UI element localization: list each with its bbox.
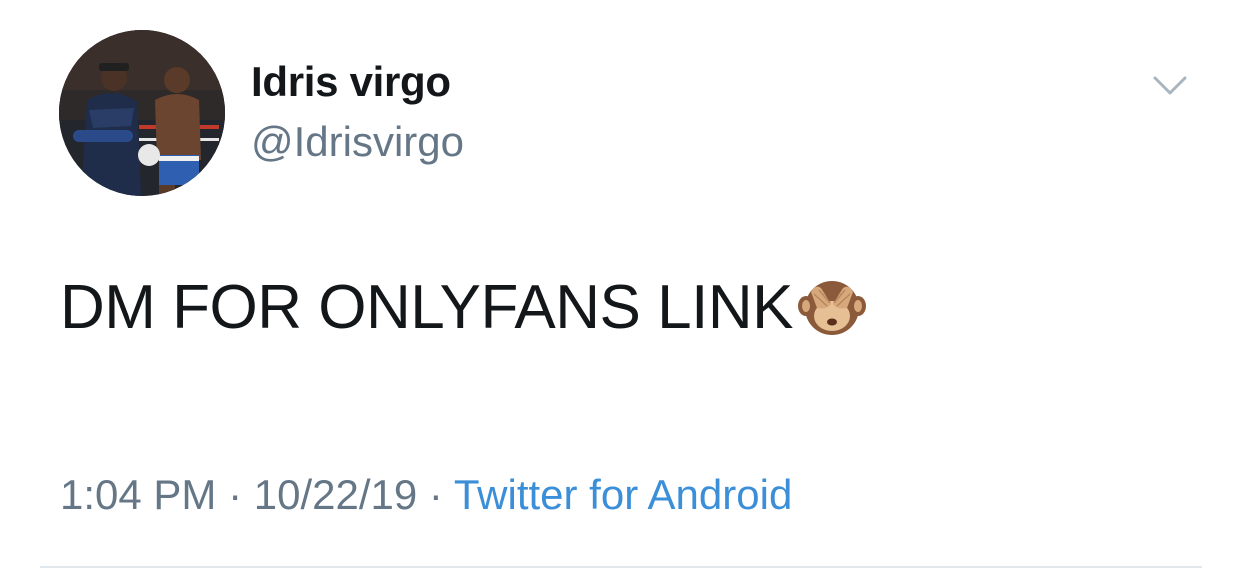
tweet-date[interactable]: 10/22/19	[254, 471, 418, 518]
author-display-name[interactable]: Idris virgo	[251, 56, 451, 108]
meta-separator: ·	[417, 471, 454, 518]
meta-separator: ·	[216, 471, 254, 518]
tweet-text-content: DM FOR ONLYFANS LINK	[60, 273, 793, 342]
avatar-photo	[59, 30, 225, 196]
see-no-evil-monkey-icon	[797, 270, 867, 340]
avatar[interactable]	[59, 30, 225, 196]
tweet-text: DM FOR ONLYFANS LINK	[60, 270, 867, 346]
divider	[40, 566, 1202, 568]
tweet-meta: 1:04 PM · 10/22/19 · Twitter for Android	[60, 468, 792, 522]
tweet-time[interactable]: 1:04 PM	[60, 471, 216, 518]
author-handle[interactable]: @Idrisvirgo	[251, 116, 464, 168]
chevron-down-icon[interactable]	[1150, 70, 1190, 100]
tweet-source-link[interactable]: Twitter for Android	[454, 471, 792, 518]
